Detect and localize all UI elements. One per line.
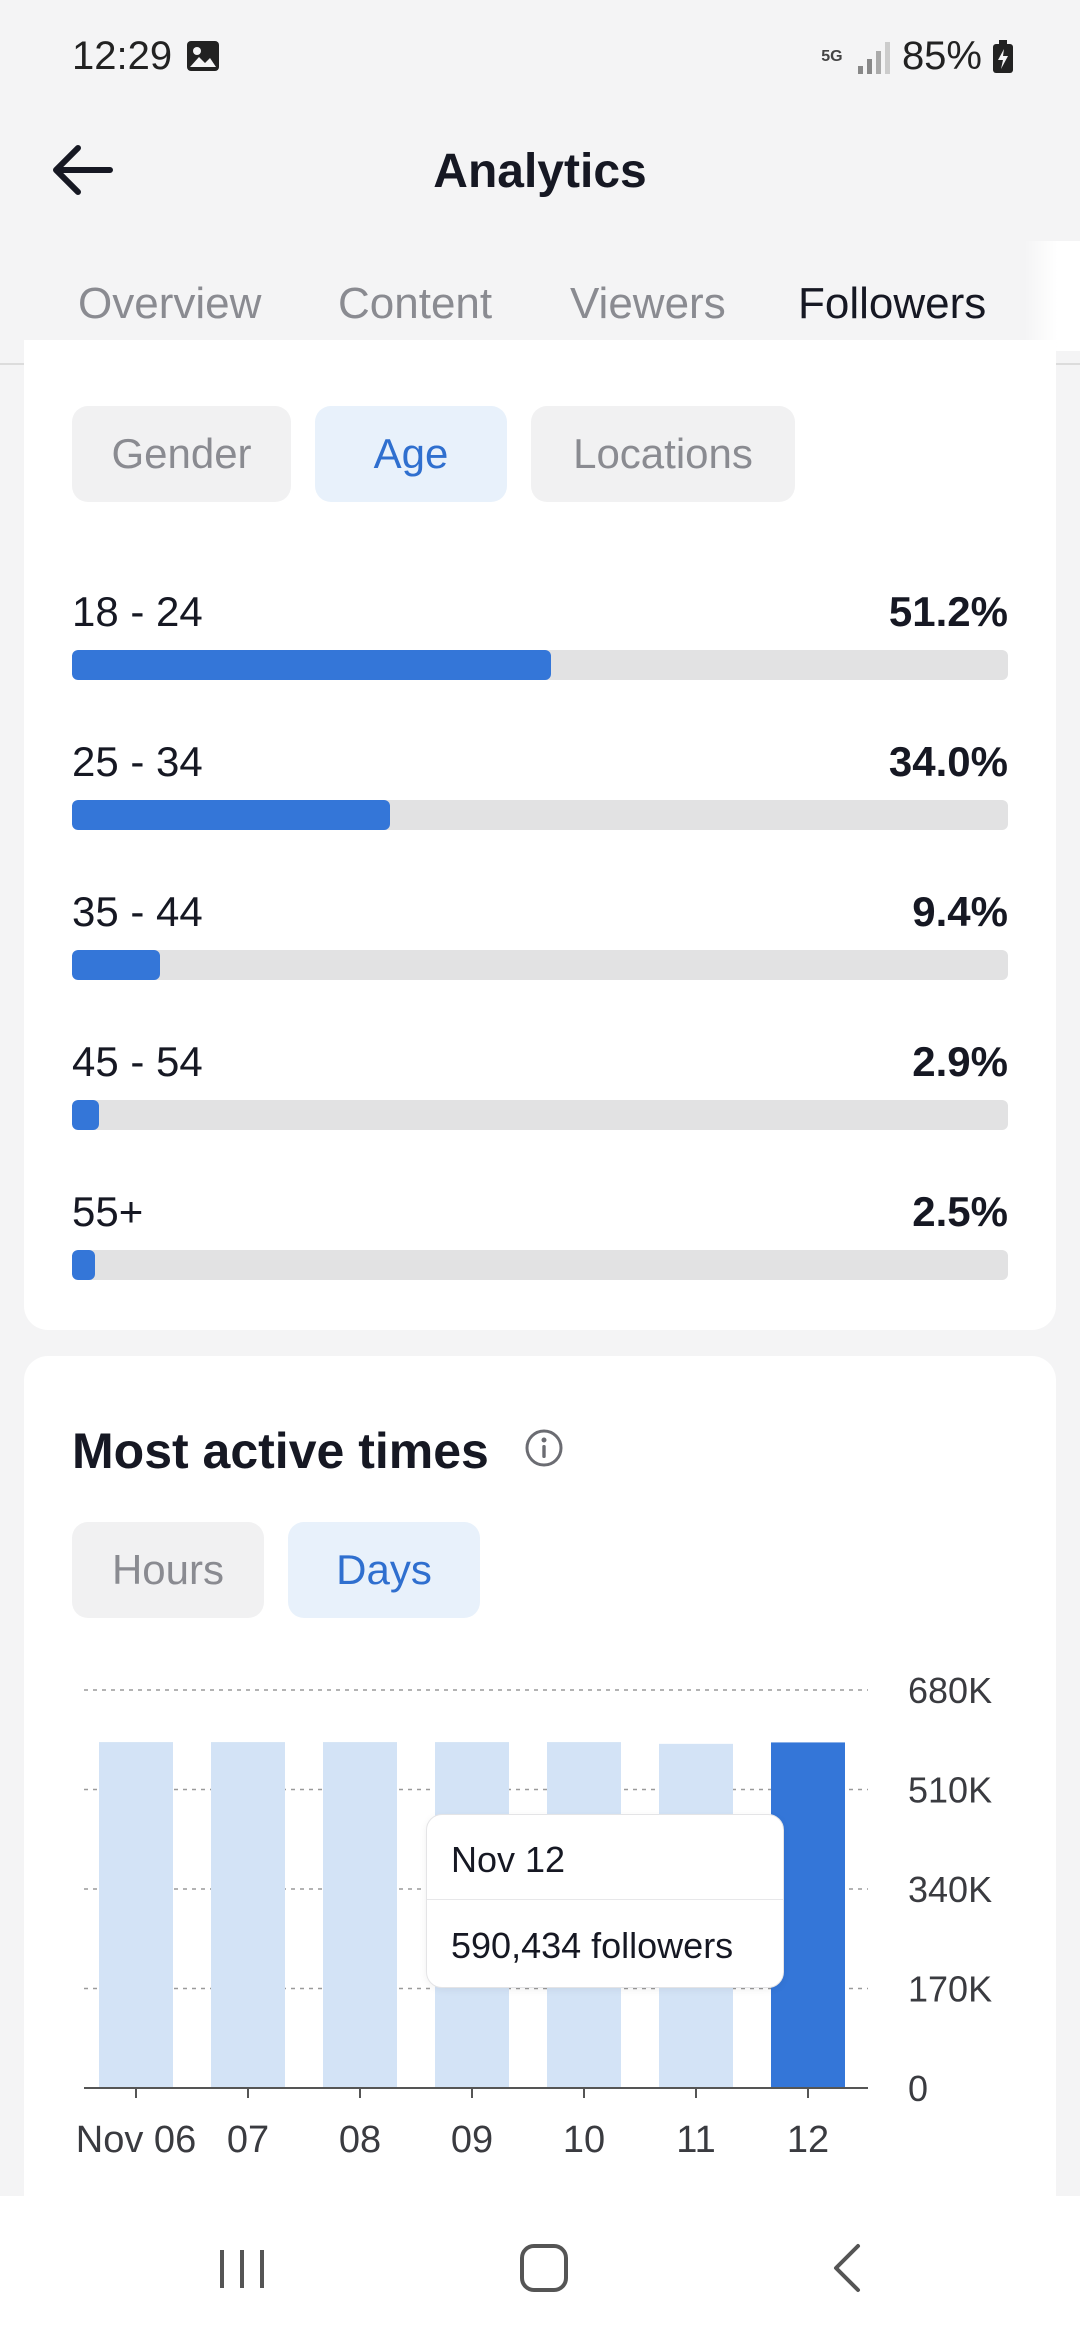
chip-gender[interactable]: Gender (72, 406, 291, 502)
age-label: 18 - 24 (72, 588, 203, 635)
chip-locations[interactable]: Locations (531, 406, 795, 502)
tooltip-value: 590,434 followers (451, 1925, 734, 1966)
x-tick-label: 12 (787, 2119, 829, 2161)
tooltip-date: Nov 12 (451, 1839, 566, 1880)
gallery-notification-icon (187, 41, 219, 71)
status-time: 12:29 (72, 34, 173, 78)
y-tick-label: 510K (908, 1770, 992, 1811)
age-progress-fill (72, 950, 160, 980)
back-icon[interactable] (816, 2236, 880, 2300)
x-tick-label: Nov 06 (76, 2119, 196, 2161)
page-title: Analytics (433, 145, 647, 198)
battery-charging-icon (993, 39, 1013, 73)
age-progress-track (72, 950, 1008, 980)
chip-age[interactable]: Age (315, 406, 507, 502)
tab-overview[interactable]: Overview (78, 279, 261, 329)
x-tick-label: 08 (339, 2119, 381, 2161)
chart-bar-0[interactable] (99, 1742, 173, 2088)
age-progress-track (72, 1250, 1008, 1280)
signal-icon (857, 41, 890, 74)
age-label: 55+ (72, 1188, 144, 1235)
section-title: Most active times (72, 1423, 489, 1479)
app-header: Analytics (0, 112, 1080, 227)
chip-days[interactable]: Days (288, 1522, 480, 1618)
home-icon[interactable] (512, 2236, 576, 2300)
age-progress-track (72, 650, 1008, 680)
tooltip-divider (427, 1899, 783, 1900)
recent-apps-icon[interactable] (210, 2236, 274, 2300)
age-percent: 51.2% (888, 588, 1008, 635)
x-tick-label: 11 (676, 2119, 715, 2161)
status-indicators: 5G 85% (818, 34, 1014, 79)
chart-bar-1[interactable] (211, 1742, 285, 2088)
x-tick-label: 07 (227, 2119, 269, 2161)
chart-bar-2[interactable] (323, 1742, 397, 2088)
battery-percent: 85% (901, 34, 982, 78)
tab-viewers[interactable]: Viewers (570, 279, 726, 329)
chip-hours[interactable]: Hours (72, 1522, 264, 1618)
status-bar: 12:29 5G 85% (0, 0, 1080, 112)
info-icon[interactable] (524, 1428, 564, 1468)
network-type: 5G (821, 47, 843, 65)
age-label: 35 - 44 (72, 888, 203, 935)
tab-content[interactable]: Content (338, 279, 492, 329)
age-progress-fill (72, 800, 391, 830)
age-label: 45 - 54 (72, 1038, 203, 1085)
age-progress-track (72, 800, 1008, 830)
age-label: 25 - 34 (72, 738, 203, 785)
age-progress-track (72, 1100, 1008, 1130)
y-tick-label: 680K (908, 1670, 992, 1711)
x-tick-label: 09 (451, 2119, 493, 2161)
age-progress-fill (72, 1100, 100, 1130)
x-tick-label: 10 (563, 2119, 605, 2161)
tab-overflow-fade (1024, 241, 1080, 351)
chart-tooltip: Nov 12 590,434 followers (426, 1814, 784, 1988)
age-progress-fill (72, 1250, 96, 1280)
age-percent: 2.5% (912, 1188, 1008, 1235)
y-tick-label: 340K (908, 1869, 992, 1910)
y-tick-label: 0 (908, 2068, 928, 2109)
age-percent: 2.9% (912, 1038, 1008, 1085)
age-percent: 9.4% (912, 888, 1008, 935)
age-percent: 34.0% (888, 738, 1008, 785)
system-nav-bar (0, 2196, 1080, 2340)
age-progress-fill (72, 650, 552, 680)
tab-followers[interactable]: Followers (798, 279, 986, 329)
y-tick-label: 170K (908, 1969, 992, 2010)
